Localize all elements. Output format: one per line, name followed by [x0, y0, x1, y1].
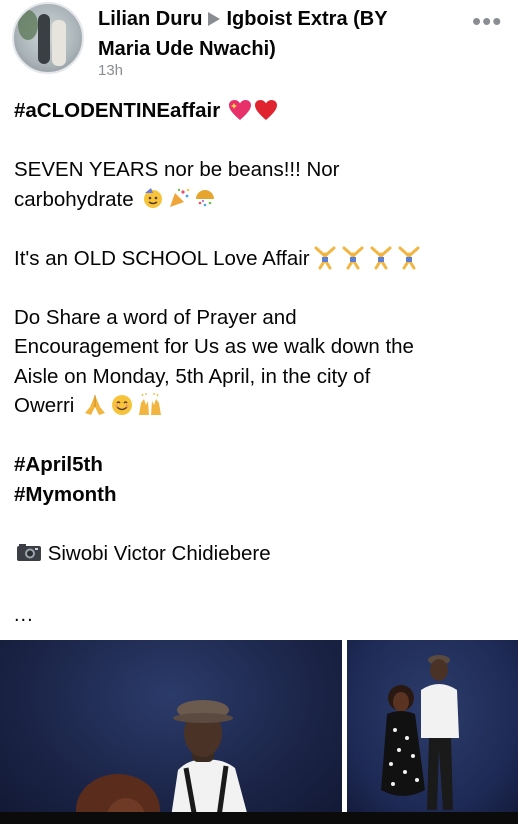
- couple-photo-image: [381, 655, 459, 810]
- post-line-3: It's an OLD SCHOOL Love Affair: [14, 246, 310, 270]
- post-line-1: SEVEN YEARS nor be beans!!! Nor: [14, 158, 340, 181]
- party-face-icon: [144, 188, 163, 209]
- avatar[interactable]: [12, 2, 84, 74]
- post-line-2: carbohydrate: [14, 187, 134, 211]
- sparkling-heart-icon: [228, 99, 251, 120]
- post-line-5: Encouragement for Us as we walk down the: [14, 335, 414, 358]
- photo-credit: Siwobi Victor Chidiebere: [47, 541, 271, 565]
- post-line-7-wrap: Owerri: [14, 391, 504, 421]
- cartwheel-icon: [370, 246, 392, 270]
- cartwheel-icon: [398, 246, 420, 270]
- post-author-line: Lilian Duru Igboist Extra (BY Maria Ude N…: [98, 4, 438, 64]
- confetti-ball-icon: [196, 190, 215, 207]
- photo-credit-line: Siwobi Victor Chidiebere: [14, 539, 504, 569]
- post-photo-1[interactable]: [0, 640, 342, 824]
- post-line-4: Do Share a word of Prayer and: [14, 305, 297, 329]
- post-photo-2[interactable]: [347, 640, 518, 812]
- group-name[interactable]: Igboist Extra (BY: [226, 8, 387, 30]
- couple-photo-image: [76, 700, 250, 824]
- cartwheel-icon: [314, 246, 336, 270]
- author-name[interactable]: Lilian Duru: [98, 8, 202, 30]
- post-body: #aCLODENTINEaffair SEVEN YEARS nor be be…: [14, 96, 504, 568]
- see-more[interactable]: ...: [14, 604, 34, 627]
- party-popper-icon: [170, 188, 190, 208]
- post-line-7: Owerri: [14, 394, 75, 417]
- post-line-6: Aisle on Monday, 5th April, in the city …: [14, 364, 371, 388]
- raised-hands-icon: [139, 392, 162, 415]
- hashtag-title-line: #aCLODENTINEaffair: [14, 96, 504, 126]
- hashtag-april[interactable]: #April5th: [14, 450, 504, 480]
- red-heart-icon: [254, 99, 277, 120]
- bottom-edge: [0, 812, 518, 824]
- camera-icon: [17, 544, 41, 562]
- cartwheel-icon: [342, 246, 364, 270]
- more-options-icon[interactable]: •••: [472, 6, 502, 37]
- post-line-3-wrap: It's an OLD SCHOOL Love Affair: [14, 244, 504, 274]
- arrow-right-icon: [208, 11, 221, 26]
- hashtag-mymonth[interactable]: #Mymonth: [14, 480, 504, 510]
- post-time[interactable]: 13h: [98, 62, 123, 79]
- folded-hands-icon: [85, 394, 106, 415]
- post-line-2-wrap: carbohydrate: [14, 185, 504, 215]
- group-name-cont[interactable]: Maria Ude Nwachi): [98, 38, 276, 60]
- post-header: Lilian Duru Igboist Extra (BY Maria Ude N…: [0, 0, 518, 90]
- smiling-face-icon: [112, 394, 133, 415]
- hashtag-title[interactable]: #aCLODENTINEaffair: [14, 99, 220, 122]
